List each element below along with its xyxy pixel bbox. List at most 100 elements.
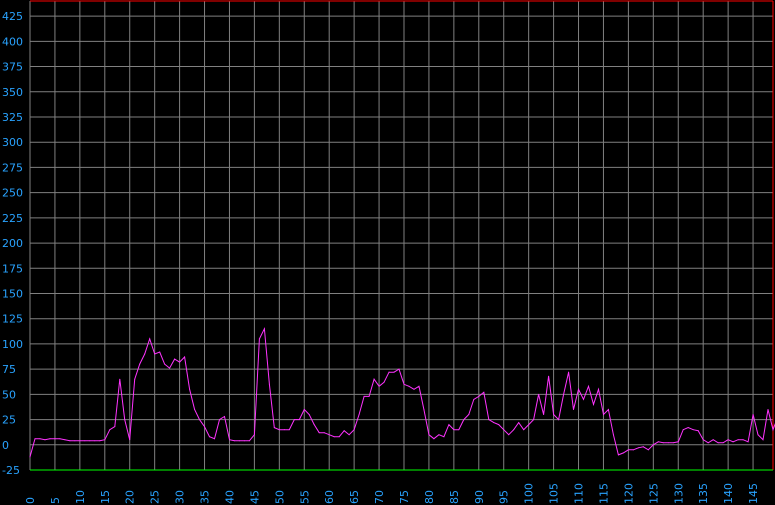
- data-point: [79, 440, 81, 442]
- data-point: [363, 395, 365, 397]
- data-point: [578, 388, 580, 390]
- data-point: [114, 426, 116, 428]
- data-point: [617, 454, 619, 456]
- y-tick-label: -25: [2, 464, 20, 477]
- x-tick-label: 135: [697, 483, 710, 504]
- data-point: [602, 414, 604, 416]
- y-tick-label: 225: [2, 212, 23, 225]
- data-point: [473, 398, 475, 400]
- data-point: [408, 385, 410, 387]
- data-point: [64, 439, 66, 441]
- plot-background: [0, 0, 775, 505]
- data-point: [548, 375, 550, 377]
- data-point: [662, 442, 664, 444]
- data-point: [458, 429, 460, 431]
- data-point: [353, 429, 355, 431]
- data-point: [403, 383, 405, 385]
- data-point: [228, 439, 230, 441]
- y-tick-label: 275: [2, 161, 23, 174]
- line-chart: 4254003753503253002752502252001751501251…: [0, 0, 775, 505]
- data-point: [543, 414, 545, 416]
- x-tick-label: 65: [348, 490, 361, 504]
- data-point: [253, 434, 255, 436]
- x-tick-label: 125: [647, 483, 660, 504]
- data-point: [179, 361, 181, 363]
- data-point: [323, 432, 325, 434]
- data-point: [518, 422, 520, 424]
- x-tick-label: 50: [273, 490, 286, 504]
- data-point: [592, 403, 594, 405]
- y-tick-label: 375: [2, 61, 23, 74]
- x-tick-label: 60: [323, 490, 336, 504]
- data-point: [428, 434, 430, 436]
- data-point: [248, 440, 250, 442]
- y-tick-label: 125: [2, 313, 23, 326]
- data-point: [164, 363, 166, 365]
- data-point: [189, 388, 191, 390]
- data-point: [313, 424, 315, 426]
- data-point: [762, 439, 764, 441]
- data-point: [169, 367, 171, 369]
- data-point: [647, 449, 649, 451]
- y-tick-label: 100: [2, 338, 23, 351]
- data-point: [308, 414, 310, 416]
- data-point: [493, 422, 495, 424]
- x-tick-label: 80: [423, 490, 436, 504]
- data-point: [528, 424, 530, 426]
- data-point: [318, 432, 320, 434]
- data-point: [707, 442, 709, 444]
- data-point: [568, 371, 570, 373]
- data-point: [468, 414, 470, 416]
- data-point: [204, 426, 206, 428]
- data-point: [139, 363, 141, 365]
- data-point: [637, 447, 639, 449]
- data-point: [333, 436, 335, 438]
- data-point: [29, 456, 31, 458]
- data-point: [144, 353, 146, 355]
- data-point: [358, 414, 360, 416]
- data-point: [184, 356, 186, 358]
- x-tick-label: 95: [498, 490, 511, 504]
- x-tick-label: 75: [398, 490, 411, 504]
- data-point: [44, 439, 46, 441]
- y-tick-label: 350: [2, 86, 23, 99]
- data-point: [682, 429, 684, 431]
- data-point: [328, 434, 330, 436]
- x-tick-label: 140: [722, 483, 735, 504]
- data-point: [119, 378, 121, 380]
- data-point: [129, 439, 131, 441]
- data-point: [692, 429, 694, 431]
- x-tick-label: 40: [223, 490, 236, 504]
- data-point: [697, 430, 699, 432]
- y-tick-label: 325: [2, 111, 23, 124]
- data-point: [677, 441, 679, 443]
- data-point: [338, 436, 340, 438]
- data-point: [154, 353, 156, 355]
- data-point: [34, 438, 36, 440]
- data-point: [278, 429, 280, 431]
- data-point: [657, 441, 659, 443]
- x-tick-label: 55: [298, 490, 311, 504]
- data-point: [373, 378, 375, 380]
- data-point: [413, 388, 415, 390]
- data-point: [423, 408, 425, 410]
- data-point: [553, 414, 555, 416]
- data-point: [99, 440, 101, 442]
- x-tick-label: 115: [597, 483, 610, 504]
- data-point: [667, 442, 669, 444]
- data-point: [483, 391, 485, 393]
- data-point: [632, 449, 634, 451]
- x-tick-label: 20: [124, 490, 137, 504]
- data-point: [438, 434, 440, 436]
- x-tick-label: 145: [747, 483, 760, 504]
- data-point: [573, 408, 575, 410]
- data-point: [622, 452, 624, 454]
- data-point: [418, 385, 420, 387]
- x-tick-label: 110: [573, 483, 586, 504]
- data-point: [513, 429, 515, 431]
- x-tick-label: 130: [672, 483, 685, 504]
- x-tick-label: 100: [523, 483, 536, 504]
- data-point: [84, 440, 86, 442]
- data-point: [642, 446, 644, 448]
- data-point: [104, 439, 106, 441]
